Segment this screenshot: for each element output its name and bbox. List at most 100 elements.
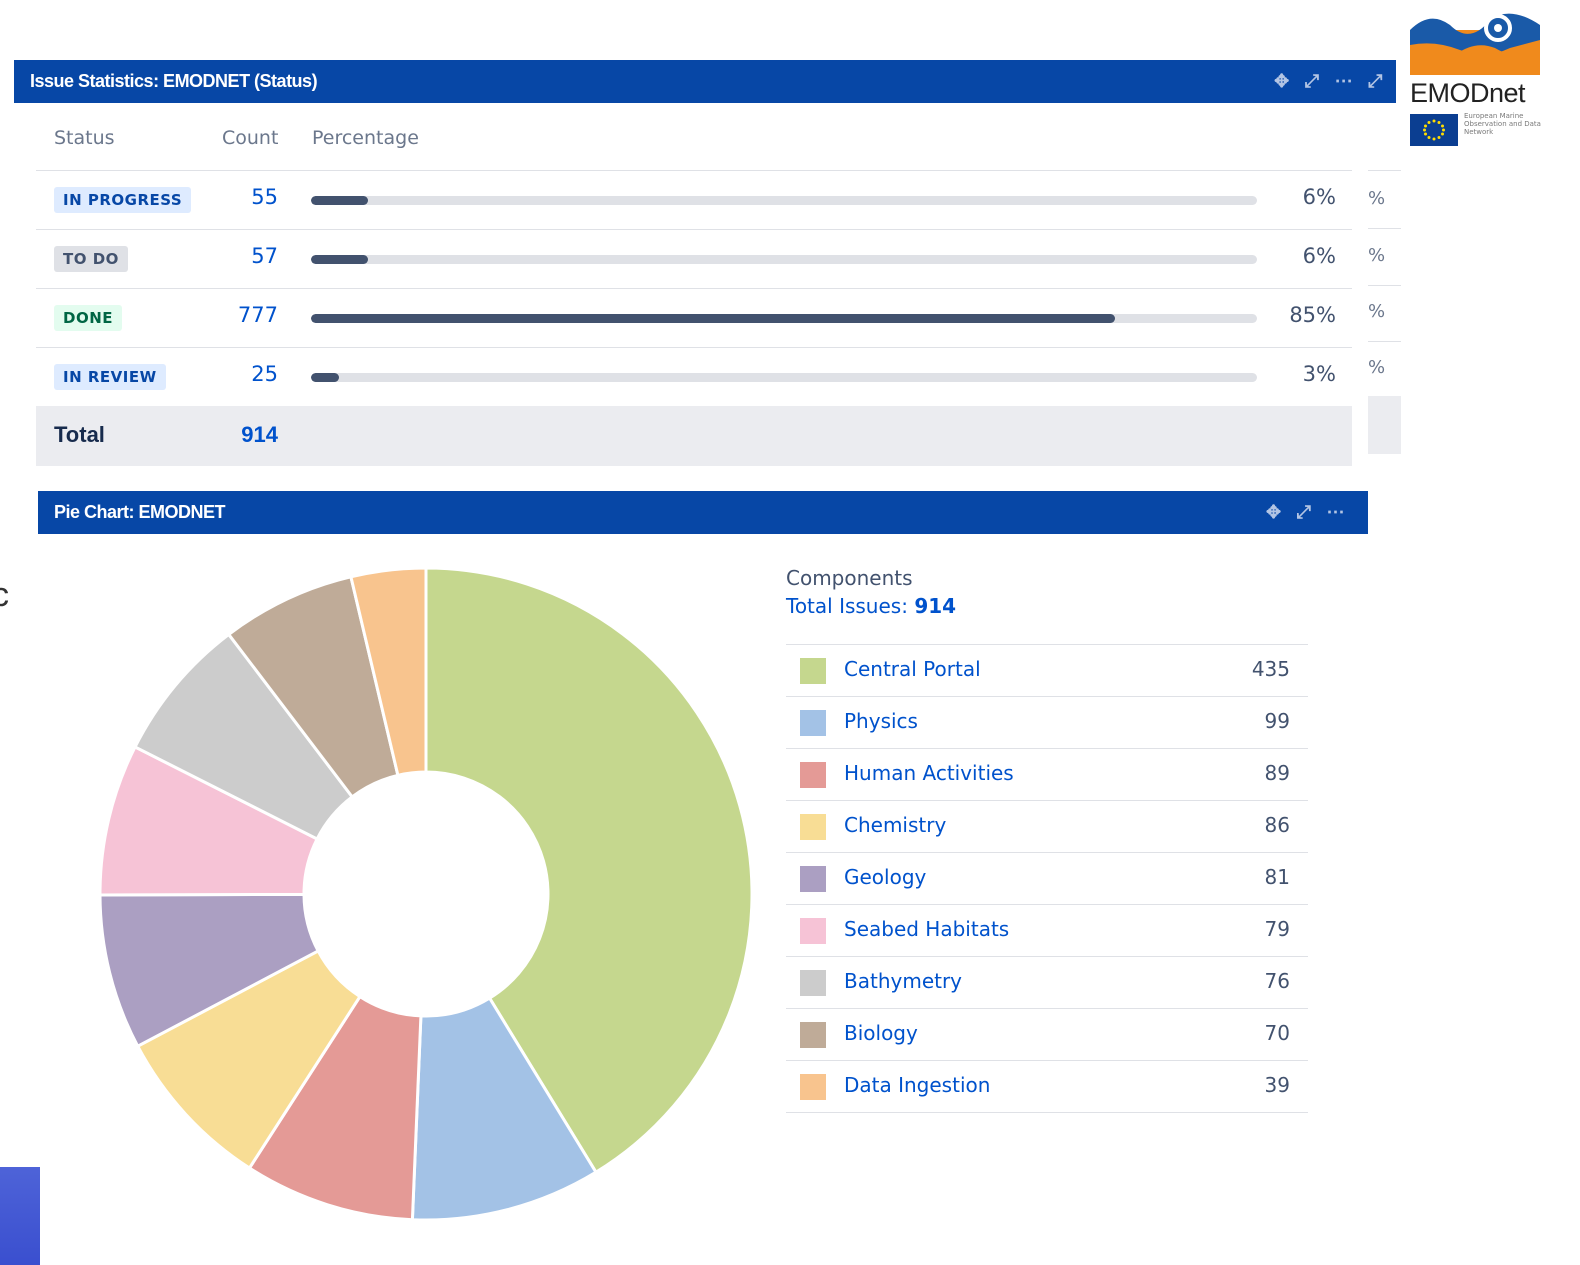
legend-swatch: [800, 918, 826, 944]
background-divider: [1368, 228, 1401, 229]
legend-total-prefix: Total Issues:: [786, 594, 908, 618]
legend-item: Seabed Habitats 79: [786, 904, 1308, 956]
table-row: TO DO 57 6%: [36, 229, 1352, 288]
legend-item: Central Portal 435: [786, 644, 1308, 696]
percentage-bar-fill: [311, 314, 1116, 323]
legend-label-link[interactable]: Central Portal: [844, 657, 981, 681]
percentage-bar: [311, 196, 1257, 205]
legend-swatch: [800, 658, 826, 684]
legend-item: Chemistry 86: [786, 800, 1308, 852]
status-lozenge[interactable]: IN PROGRESS: [54, 187, 192, 213]
legend-label-link[interactable]: Biology: [844, 1021, 918, 1045]
count-link[interactable]: 55: [216, 185, 278, 209]
legend-label-link[interactable]: Chemistry: [844, 813, 946, 837]
background-letter: c: [0, 576, 9, 614]
background-percent: %: [1368, 301, 1386, 322]
total-row: Total 914: [36, 406, 1352, 466]
legend-label-link[interactable]: Geology: [844, 865, 926, 889]
percentage-bar-fill: [311, 373, 340, 382]
pie-header-icons: ✥ ⤢ ⋯: [1266, 491, 1344, 534]
legend-swatch: [800, 970, 826, 996]
background-divider: [1368, 285, 1401, 286]
pie-gadget-title: Pie Chart: EMODNET: [54, 502, 226, 522]
column-header-percentage: Percentage: [312, 127, 419, 149]
logo-tagline: European Marine Observation and Data Net…: [1464, 112, 1541, 136]
total-label: Total: [54, 422, 105, 447]
legend-item: Biology 70: [786, 1008, 1308, 1060]
percentage-value: 6%: [1302, 185, 1336, 209]
status-lozenge[interactable]: TO DO: [54, 246, 128, 272]
column-header-count: Count: [222, 127, 279, 149]
legend-total: Total Issues: 914: [786, 594, 1308, 618]
pie-gadget-header: Pie Chart: EMODNET ✥ ⤢ ⋯: [38, 491, 1368, 534]
legend-label-link[interactable]: Bathymetry: [844, 969, 962, 993]
status-lozenge[interactable]: DONE: [54, 305, 123, 331]
legend-value: 86: [1264, 813, 1290, 837]
logo-wordmark: EMODnet: [1410, 78, 1526, 108]
legend-list: Central Portal 435 Physics 99 Human Activiti…: [786, 644, 1308, 1113]
resize-icon[interactable]: ⤢: [1297, 502, 1311, 523]
emodnet-logo: EMODnet European Marine Observation and …: [1410, 0, 1560, 150]
percentage-bar: [311, 373, 1257, 382]
more-icon[interactable]: ⋯: [1335, 71, 1353, 92]
column-header-status: Status: [54, 127, 115, 149]
percentage-value: 85%: [1289, 303, 1336, 327]
emodnet-wave-icon: [1410, 13, 1540, 75]
legend-value: 435: [1251, 657, 1290, 681]
stats-gadget-title: Issue Statistics: EMODNET (Status): [30, 71, 318, 91]
components-pie-chart: [98, 566, 754, 1222]
stats-gadget-header: Issue Statistics: EMODNET (Status) ✥ ⤢ ⋯…: [14, 60, 1396, 103]
legend-swatch: [800, 762, 826, 788]
legend-label-link[interactable]: Physics: [844, 709, 918, 733]
legend-total-value: 914: [914, 594, 957, 618]
expand-icon[interactable]: ⤢: [1368, 71, 1382, 92]
background-divider: [1368, 170, 1401, 171]
count-link[interactable]: 25: [216, 362, 278, 386]
legend-value: 70: [1264, 1021, 1290, 1045]
background-percent: %: [1368, 188, 1386, 209]
legend-value: 81: [1264, 865, 1290, 889]
percentage-bar-fill: [311, 255, 368, 264]
percentage-bar-fill: [311, 196, 368, 205]
move-icon[interactable]: ✥: [1266, 502, 1281, 523]
total-count-link[interactable]: 914: [216, 422, 278, 448]
move-icon[interactable]: ✥: [1274, 71, 1289, 92]
percentage-bar: [311, 255, 1257, 264]
count-link[interactable]: 57: [216, 244, 278, 268]
count-link[interactable]: 777: [216, 303, 278, 327]
legend-label-link[interactable]: Data Ingestion: [844, 1073, 990, 1097]
table-row: IN REVIEW 25 3%: [36, 347, 1352, 406]
background-percent: %: [1368, 245, 1386, 266]
legend-item: Physics 99: [786, 696, 1308, 748]
background-divider: [1368, 341, 1401, 342]
status-lozenge[interactable]: IN REVIEW: [54, 364, 166, 390]
table-row: DONE 777 85%: [36, 288, 1352, 347]
legend-value: 39: [1264, 1073, 1290, 1097]
legend-swatch: [800, 1022, 826, 1048]
legend-swatch: [800, 710, 826, 736]
legend-value: 99: [1264, 709, 1290, 733]
background-blue-block: [0, 1167, 40, 1265]
percentage-value: 3%: [1302, 362, 1336, 386]
percentage-value: 6%: [1302, 244, 1336, 268]
legend-title: Components: [786, 566, 913, 590]
legend-label-link[interactable]: Seabed Habitats: [844, 917, 1009, 941]
legend-item: Human Activities 89: [786, 748, 1308, 800]
legend-item: Data Ingestion 39: [786, 1060, 1308, 1113]
legend-swatch: [800, 1074, 826, 1100]
legend-value: 79: [1264, 917, 1290, 941]
eu-flag-icon: [1410, 114, 1458, 146]
resize-icon[interactable]: ⤢: [1305, 71, 1319, 92]
table-row: IN PROGRESS 55 6%: [36, 170, 1352, 229]
legend-value: 76: [1264, 969, 1290, 993]
legend-item: Bathymetry 76: [786, 956, 1308, 1008]
legend-label-link[interactable]: Human Activities: [844, 761, 1014, 785]
percentage-bar: [311, 314, 1257, 323]
pie-legend: Components Total Issues: 914 Central Por…: [786, 566, 1308, 1113]
background-total-row: [1368, 396, 1401, 454]
background-percent: %: [1368, 357, 1386, 378]
stats-header-icons: ✥ ⤢ ⋯ ⤢: [1274, 60, 1382, 103]
legend-item: Geology 81: [786, 852, 1308, 904]
more-icon[interactable]: ⋯: [1327, 502, 1345, 523]
legend-swatch: [800, 866, 826, 892]
